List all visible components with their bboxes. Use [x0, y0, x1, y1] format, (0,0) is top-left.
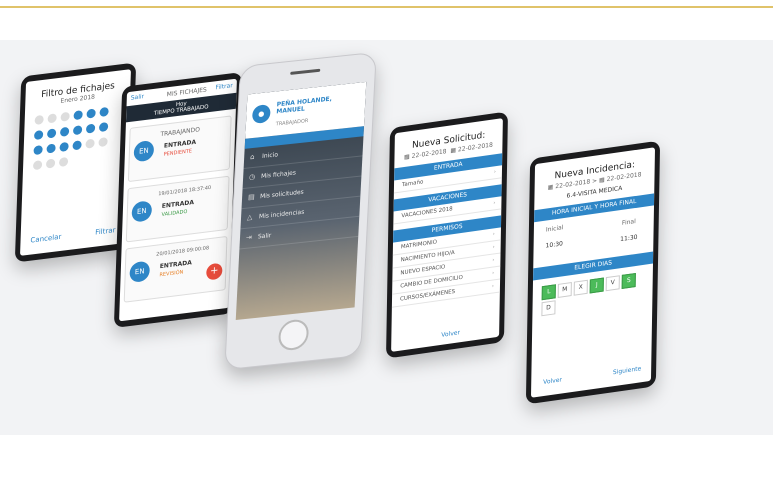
status-badge: PENDIENTE: [163, 148, 193, 158]
day-toggle[interactable]: M: [557, 281, 572, 298]
calendar-screen: Filtro de fichajes Enero 2018 Cancelar F…: [20, 69, 131, 256]
status-badge: VALIDADO: [161, 208, 188, 219]
clocking-card[interactable]: EN 19/01/2018 18:37:40 ENTRADA VALIDADO: [125, 175, 230, 243]
card-date: TRABAJANDO: [160, 126, 200, 139]
calendar-day[interactable]: [32, 160, 43, 171]
phone-clockings-list: Salir MIS FICHAJES Filtrar Hoy TIEMPO TR…: [113, 72, 243, 328]
calendar-day[interactable]: [47, 113, 57, 124]
calendar-day[interactable]: [85, 123, 96, 134]
incident-back-button[interactable]: Volver: [543, 376, 562, 386]
list-header-title: MIS FICHAJES: [166, 86, 207, 99]
calendar-day[interactable]: [58, 156, 69, 168]
calendar-day[interactable]: [33, 145, 43, 156]
calendar-icon: ▦: [404, 153, 410, 162]
calendar-day[interactable]: [33, 129, 44, 141]
avatar: ●: [251, 103, 271, 125]
showcase-stage: Filtro de fichajes Enero 2018 Cancelar F…: [0, 40, 773, 435]
start-label: Inicial: [545, 224, 564, 234]
request-screen: Nueva Solicitud: ▦ 22-02-2018 ▦ 22-02-20…: [391, 118, 503, 352]
menu-user-name: PEÑA HOLANDE, MANUEL: [276, 95, 333, 116]
card-type: ENTRADA: [161, 199, 195, 211]
calendar-cancel-button[interactable]: Cancelar: [30, 233, 61, 245]
calendar-day[interactable]: [98, 137, 108, 148]
day-toggle[interactable]: V: [605, 275, 620, 292]
calendar-day[interactable]: [99, 106, 109, 118]
status-badge: REVISIÓN: [159, 269, 184, 279]
list-exit-link[interactable]: Salir: [131, 93, 145, 102]
request-back-button[interactable]: Volver: [441, 329, 460, 339]
menu-user-role: TRABAJADOR: [275, 118, 309, 128]
calendar-day[interactable]: [72, 140, 82, 151]
calendar-icon: ▦: [547, 183, 554, 192]
incident-screen: Nueva Incidencia: ▦ 22-02-2018 > ▦ 22-02…: [530, 147, 656, 398]
calendar-filter-button[interactable]: Filtrar: [95, 226, 115, 237]
calendar-day[interactable]: [86, 108, 96, 119]
calendar-day[interactable]: [98, 121, 109, 133]
calendar-grid[interactable]: [23, 96, 130, 175]
phone-new-incident: Nueva Incidencia: ▦ 22-02-2018 > ▦ 22-02…: [525, 140, 661, 405]
end-label: Final: [621, 217, 636, 227]
calendar-icon: ▦: [598, 176, 605, 185]
logout-icon: ⇥: [245, 233, 253, 242]
calendar-day[interactable]: [45, 158, 56, 169]
phone-side-menu: ● PEÑA HOLANDE, MANUEL TRABAJADOR ⌂ Inici…: [224, 51, 377, 371]
warning-icon: △: [246, 213, 253, 222]
earpiece: [290, 68, 321, 75]
calendar-day[interactable]: [60, 111, 70, 122]
day-toggle[interactable]: S: [621, 272, 636, 289]
calendar-icon: ▦: [450, 146, 457, 155]
incident-next-button[interactable]: Siguiente: [613, 365, 641, 376]
calendar-day[interactable]: [59, 126, 70, 137]
list-screen: Salir MIS FICHAJES Filtrar Hoy TIEMPO TR…: [119, 78, 237, 322]
calendar-day[interactable]: [34, 114, 44, 126]
calendar-day[interactable]: [46, 143, 56, 154]
end-time-select[interactable]: 11:30: [620, 234, 637, 243]
home-icon: ⌂: [249, 152, 255, 162]
day-toggle[interactable]: X: [573, 279, 588, 296]
calendar-day[interactable]: [46, 128, 57, 139]
phone-new-request: Nueva Solicitud: ▦ 22-02-2018 ▦ 22-02-20…: [386, 111, 508, 359]
card-type: ENTRADA: [159, 259, 192, 271]
clock-icon: ◷: [248, 172, 256, 182]
card-date: 20/01/2018 09:00:08: [156, 245, 210, 258]
list-filter-link[interactable]: Filtrar: [215, 82, 233, 91]
calendar-day[interactable]: [72, 125, 83, 136]
calendar-day[interactable]: [73, 110, 83, 121]
avatar: EN: [131, 200, 153, 223]
menu-screen: ● PEÑA HOLANDE, MANUEL TRABAJADOR ⌂ Inici…: [235, 81, 367, 321]
avatar: EN: [129, 260, 151, 284]
clocking-card[interactable]: EN TRABAJANDO ENTRADA PENDIENTE: [127, 115, 232, 183]
avatar: EN: [133, 139, 155, 163]
home-button[interactable]: [277, 318, 310, 352]
top-accent-bar: [0, 0, 773, 8]
day-toggle[interactable]: J: [589, 277, 604, 294]
start-time-select[interactable]: 10:30: [546, 240, 563, 249]
calendar-day[interactable]: [85, 138, 95, 149]
document-icon: ▤: [247, 192, 255, 202]
calendar-day[interactable]: [59, 141, 69, 152]
day-toggle[interactable]: L: [541, 284, 556, 301]
card-date: 19/01/2018 18:37:40: [158, 184, 212, 198]
day-toggle[interactable]: D: [541, 300, 556, 317]
